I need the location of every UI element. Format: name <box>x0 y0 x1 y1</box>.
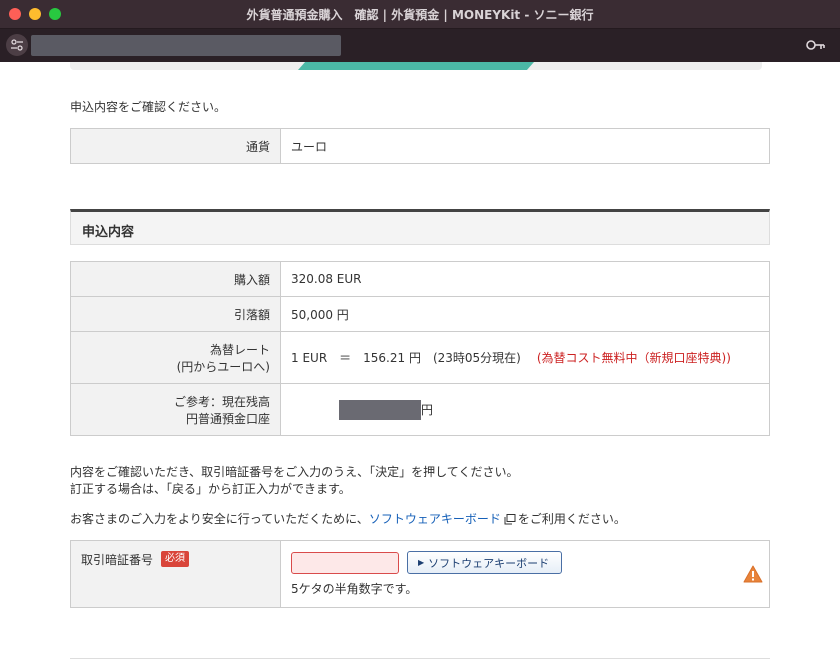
purchase-value: 320.08 EUR <box>291 272 362 286</box>
pin-label-cell: 取引暗証番号 必須 <box>71 541 281 607</box>
balance-label: ご参考：現在残高 円普通預金口座 <box>71 384 281 435</box>
pin-row: 取引暗証番号 必須 ▶ ソフトウェアキーボード 5ケタの半角数字です。 <box>71 541 769 607</box>
purchase-row: 購入額 320.08 EUR <box>71 262 769 296</box>
rate-label-line2: (円からユーロへ) <box>176 359 270 374</box>
rate-row: 為替レート (円からユーロへ) 1 EUR ＝ 156.21 円 (23時05分… <box>71 331 769 383</box>
currency-table: 通貨 ユーロ <box>70 128 770 164</box>
key-icon[interactable] <box>806 38 826 52</box>
security-prefix: お客さまのご入力をより安全に行っていただくために、 <box>70 512 369 526</box>
currency-row: 通貨 ユーロ <box>71 129 769 163</box>
currency-label: 通貨 <box>71 129 281 163</box>
software-keyboard-link[interactable]: ソフトウェアキーボード <box>369 512 501 526</box>
rate-label: 為替レート (円からユーロへ) <box>71 332 281 383</box>
software-keyboard-button[interactable]: ▶ ソフトウェアキーボード <box>407 551 563 574</box>
details-table: 購入額 320.08 EUR 引落額 50,000 円 為替レート (円からユー… <box>70 261 770 436</box>
step-progress-current <box>298 62 534 70</box>
pin-input-group: ▶ ソフトウェアキーボード <box>291 551 563 574</box>
rate-label-line1: 為替レート <box>209 342 270 357</box>
window-titlebar: 外貨普通預金購入 確認 | 外貨預金 | MONEYKit - ソニー銀行 <box>0 0 840 29</box>
security-suffix: をご利用ください。 <box>517 512 626 526</box>
instruction-line1: 内容をご確認いただき、取引暗証番号をご入力のうえ、「決定」を押してください。 <box>70 465 519 479</box>
page-content: 申込内容をご確認ください。 通貨 ユーロ 申込内容 購入額 320.08 EUR… <box>0 62 840 662</box>
rate-value: 1 EUR ＝ 156.21 円 (23時05分現在) <box>291 351 521 365</box>
site-settings-button[interactable] <box>6 34 28 56</box>
bottom-divider <box>70 658 770 659</box>
debit-value: 50,000 円 <box>291 307 349 322</box>
balance-label-line2: 円普通預金口座 <box>185 411 270 426</box>
address-bar <box>0 29 840 62</box>
software-keyboard-button-label: ソフトウェアキーボード <box>428 556 550 570</box>
balance-redacted <box>339 399 421 420</box>
balance-label-line1: ご参考：現在残高 <box>173 394 270 409</box>
warning-icon <box>743 565 763 583</box>
pin-hint: 5ケタの半角数字です。 <box>291 582 418 596</box>
debit-label: 引落額 <box>71 297 281 331</box>
url-field-redacted[interactable] <box>31 35 341 56</box>
balance-row: ご参考：現在残高 円普通預金口座 円 <box>71 383 769 435</box>
balance-unit: 円 <box>421 403 434 417</box>
pin-label: 取引暗証番号 <box>81 553 154 567</box>
required-badge: 必須 <box>161 551 190 567</box>
step-progress-bar <box>70 62 762 70</box>
currency-value: ユーロ <box>291 139 328 154</box>
new-window-icon <box>504 514 516 525</box>
security-note: お客さまのご入力をより安全に行っていただくために、ソフトウェアキーボード をご利用… <box>70 511 626 528</box>
pin-table: 取引暗証番号 必須 ▶ ソフトウェアキーボード 5ケタの半角数字です。 <box>70 540 770 608</box>
pin-input-cell: ▶ ソフトウェアキーボード 5ケタの半角数字です。 <box>281 541 769 607</box>
intro-text: 申込内容をご確認ください。 <box>70 100 227 114</box>
window-title: 外貨普通預金購入 確認 | 外貨預金 | MONEYKit - ソニー銀行 <box>246 8 594 22</box>
rate-note: (為替コスト無料中（新規口座特典)) <box>536 351 731 365</box>
purchase-label: 購入額 <box>71 262 281 296</box>
caret-right-icon: ▶ <box>418 558 425 567</box>
debit-row: 引落額 50,000 円 <box>71 296 769 331</box>
sliders-icon <box>11 39 23 51</box>
rate-value-cell: 1 EUR ＝ 156.21 円 (23時05分現在) (為替コスト無料中（新規… <box>281 332 769 383</box>
balance-value-cell: 円 <box>281 384 769 435</box>
section-title: 申込内容 <box>70 209 770 245</box>
instruction-line2: 訂正する場合は、「戻る」から訂正入力ができます。 <box>70 482 351 496</box>
pin-input[interactable] <box>291 551 399 574</box>
